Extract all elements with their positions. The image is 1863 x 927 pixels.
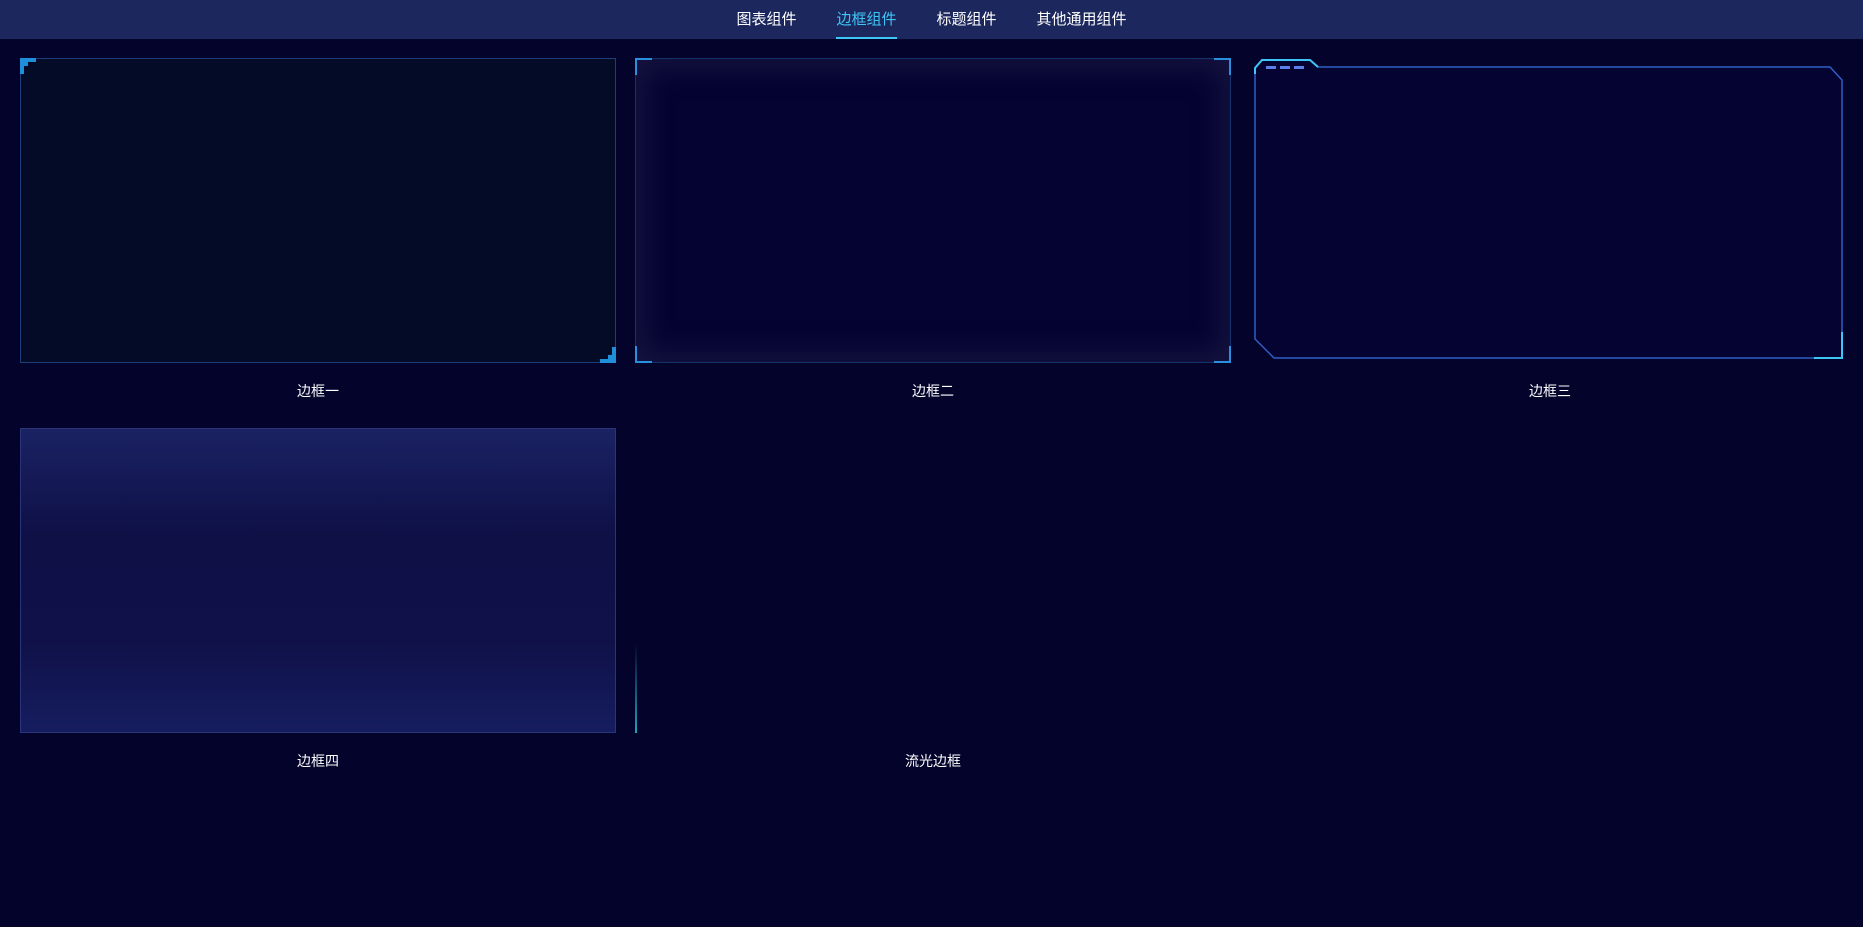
- caption-border-two: 边框二: [912, 384, 954, 400]
- border-four-preview: [20, 428, 616, 733]
- corner-top-left-icon: [635, 58, 652, 75]
- border-one-preview: [20, 58, 616, 363]
- border-three-preview: [1254, 58, 1844, 360]
- tab-title-components[interactable]: 标题组件: [937, 0, 997, 39]
- component-tabs: 图表组件 边框组件 标题组件 其他通用组件: [0, 0, 1863, 39]
- corner-top-right-icon: [1214, 58, 1231, 75]
- flowing-light-streak: [635, 643, 637, 733]
- caption-border-four: 边框四: [297, 754, 339, 770]
- dash-icon: [1294, 66, 1304, 69]
- corner-bottom-right-icon: [1214, 346, 1231, 363]
- dash-icon: [1266, 66, 1276, 69]
- corner-bottom-right-icon: [600, 347, 616, 363]
- corner-bottom-left-icon: [635, 346, 652, 363]
- dash-icon: [1280, 66, 1290, 69]
- tab-other-components[interactable]: 其他通用组件: [1037, 0, 1127, 39]
- border-three-frame: [1254, 59, 1843, 359]
- caption-border-one: 边框一: [297, 384, 339, 400]
- caption-flowing-light-border: 流光边框: [905, 754, 961, 770]
- flowing-light-border-preview: [635, 428, 1231, 733]
- corner-top-left-icon: [20, 58, 36, 74]
- tab-border-components[interactable]: 边框组件: [836, 0, 897, 39]
- tab-chart-components[interactable]: 图表组件: [736, 0, 796, 39]
- caption-border-three: 边框三: [1529, 384, 1571, 400]
- border-two-preview: [635, 58, 1231, 363]
